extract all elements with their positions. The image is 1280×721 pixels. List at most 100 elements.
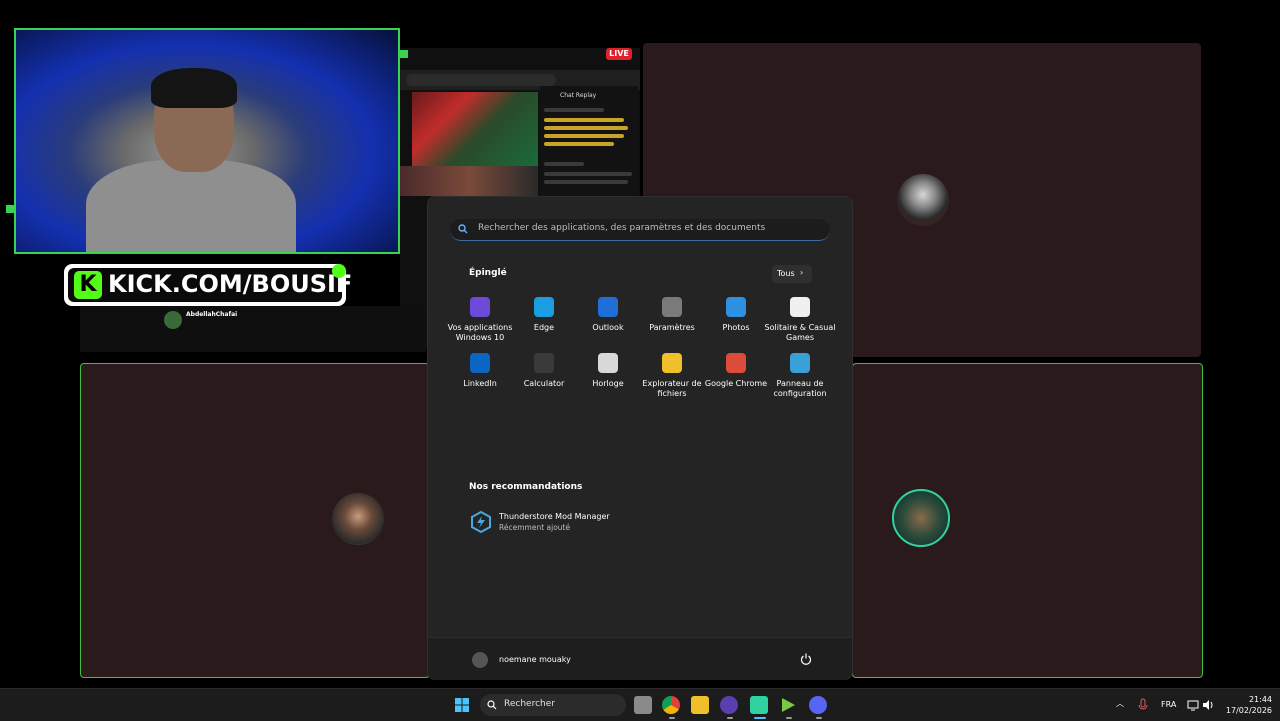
pinned-app-label: Paramètres xyxy=(649,323,695,332)
channel-avatar xyxy=(164,311,182,329)
pinned-app-4[interactable]: Paramètres xyxy=(640,297,704,349)
kick-channel-text: KICK.COM/BOUSIF xyxy=(108,270,353,298)
streamer-hoodie xyxy=(86,160,296,252)
start-search-placeholder: Rechercher des applications, des paramèt… xyxy=(478,223,766,233)
chrome-icon[interactable] xyxy=(662,696,680,714)
stream-video-main xyxy=(412,92,538,166)
pinned-app-label: Explorateur de fichiers xyxy=(642,379,702,398)
pinned-app-label: Vos applications Windows 10 xyxy=(447,323,513,342)
channel-name: AbdellahChafai xyxy=(186,311,238,318)
chat-line xyxy=(544,172,632,176)
pinned-app-label: LinkedIn xyxy=(463,379,497,388)
pinned-app-label: Edge xyxy=(533,323,555,332)
taskbar-search-label: Rechercher xyxy=(504,699,555,709)
webcam-overlay xyxy=(14,28,400,254)
pinned-app-3[interactable]: Outlook xyxy=(576,297,640,349)
pinned-app-7[interactable]: LinkedIn xyxy=(448,353,512,405)
outlook-icon xyxy=(598,297,618,317)
kick-logo-icon: K xyxy=(74,271,102,299)
chat-replay-panel: Chat Replay xyxy=(540,86,638,196)
running-indicator xyxy=(816,717,822,719)
power-icon[interactable] xyxy=(800,653,812,665)
task-view-icon[interactable] xyxy=(634,696,652,714)
control-panel-icon xyxy=(790,353,810,373)
play-store-icon[interactable] xyxy=(779,696,797,714)
chat-line xyxy=(544,126,628,130)
pinned-app-9[interactable]: Horloge xyxy=(576,353,640,405)
pinned-app-label: Photos xyxy=(722,323,750,332)
clock-time: 21:44 xyxy=(1248,695,1272,704)
pinned-app-11[interactable]: Google Chrome xyxy=(704,353,768,405)
pinned-app-10[interactable]: Explorateur de fichiers xyxy=(640,353,704,405)
clock-icon xyxy=(598,353,618,373)
pinned-app-12[interactable]: Panneau de configuration xyxy=(768,353,832,405)
photos-icon xyxy=(726,297,746,317)
windows-apps-icon xyxy=(470,297,490,317)
user-name: noemane mouaky xyxy=(499,655,571,664)
search-icon xyxy=(458,224,468,234)
chat-line xyxy=(544,162,584,166)
pinned-app-label: Panneau de configuration xyxy=(773,379,827,398)
pinned-app-label: Outlook xyxy=(592,323,624,332)
start-search-input[interactable]: Rechercher des applications, des paramèt… xyxy=(450,219,830,241)
chat-line xyxy=(544,118,624,122)
app-purple-icon[interactable] xyxy=(720,696,738,714)
all-apps-label: Tous xyxy=(777,269,795,278)
channel-info-strip xyxy=(80,306,426,352)
clock-date: 17/02/2026 xyxy=(1225,706,1272,715)
browser-url-bar[interactable] xyxy=(406,74,556,86)
pinned-title: Épinglé xyxy=(469,268,507,278)
thunderstore-icon xyxy=(471,511,491,533)
pinned-app-8[interactable]: Calculator xyxy=(512,353,576,405)
pinned-app-5[interactable]: Photos xyxy=(704,297,768,349)
chat-replay-title: Chat Replay xyxy=(560,92,597,99)
edge-icon xyxy=(534,297,554,317)
all-apps-button[interactable]: Tous › xyxy=(772,265,812,283)
chat-line xyxy=(544,180,628,184)
running-indicator xyxy=(754,717,766,719)
chat-line xyxy=(544,108,604,112)
recommendation-subtitle: Récemment ajouté xyxy=(499,523,571,532)
pinned-app-2[interactable]: Edge xyxy=(512,297,576,349)
microphone-icon[interactable] xyxy=(1138,698,1148,712)
kick-banner: K KICK.COM/BOUSIF xyxy=(64,264,352,306)
windows-start-icon[interactable] xyxy=(455,698,469,712)
chat-line xyxy=(544,142,614,146)
play-triangle-icon xyxy=(782,698,795,712)
file-explorer-icon[interactable] xyxy=(691,696,709,714)
calculator-icon xyxy=(534,353,554,373)
streamer-hair xyxy=(151,68,237,108)
user-avatar xyxy=(472,652,488,668)
start-menu: Rechercher des applications, des paramèt… xyxy=(427,196,853,680)
search-icon xyxy=(487,700,497,710)
stream-video-secondary xyxy=(400,166,538,196)
participant-avatar-1[interactable] xyxy=(897,174,949,226)
discord-icon[interactable] xyxy=(809,696,827,714)
pinned-app-label: Solitaire & Casual Games xyxy=(764,323,836,342)
running-indicator xyxy=(669,717,675,719)
participant-avatar-3[interactable] xyxy=(892,489,950,547)
solitaire-icon xyxy=(790,297,810,317)
volume-icon[interactable] xyxy=(1202,699,1216,711)
tray-overflow-icon[interactable]: ︿ xyxy=(1116,698,1124,709)
pinned-app-label: Calculator xyxy=(523,379,565,388)
language-indicator[interactable]: FRA xyxy=(1161,700,1176,709)
app-teal-icon[interactable] xyxy=(750,696,768,714)
taskbar-search[interactable]: Rechercher xyxy=(480,694,626,716)
folder-icon xyxy=(662,353,682,373)
recommendations-title: Nos recommandations xyxy=(469,482,583,492)
running-indicator xyxy=(786,717,792,719)
pinned-app-label: Google Chrome xyxy=(704,379,768,388)
verified-check-icon xyxy=(332,264,346,278)
participant-avatar-2[interactable] xyxy=(332,493,384,545)
pinned-app-1[interactable]: Vos applications Windows 10 xyxy=(448,297,512,349)
chevron-right-icon: › xyxy=(800,268,804,277)
network-icon[interactable] xyxy=(1187,699,1199,711)
pinned-app-6[interactable]: Solitaire & Casual Games xyxy=(765,297,835,349)
system-clock[interactable]: 21:44 17/02/2026 xyxy=(1222,694,1272,716)
taskbar: Rechercher ︿ FRA 21:44 17/02/2026 xyxy=(0,688,1280,721)
linkedin-icon xyxy=(470,353,490,373)
start-footer: noemane mouaky xyxy=(428,637,852,680)
live-badge: LIVE xyxy=(606,48,632,60)
pinned-app-label: Horloge xyxy=(592,379,624,388)
